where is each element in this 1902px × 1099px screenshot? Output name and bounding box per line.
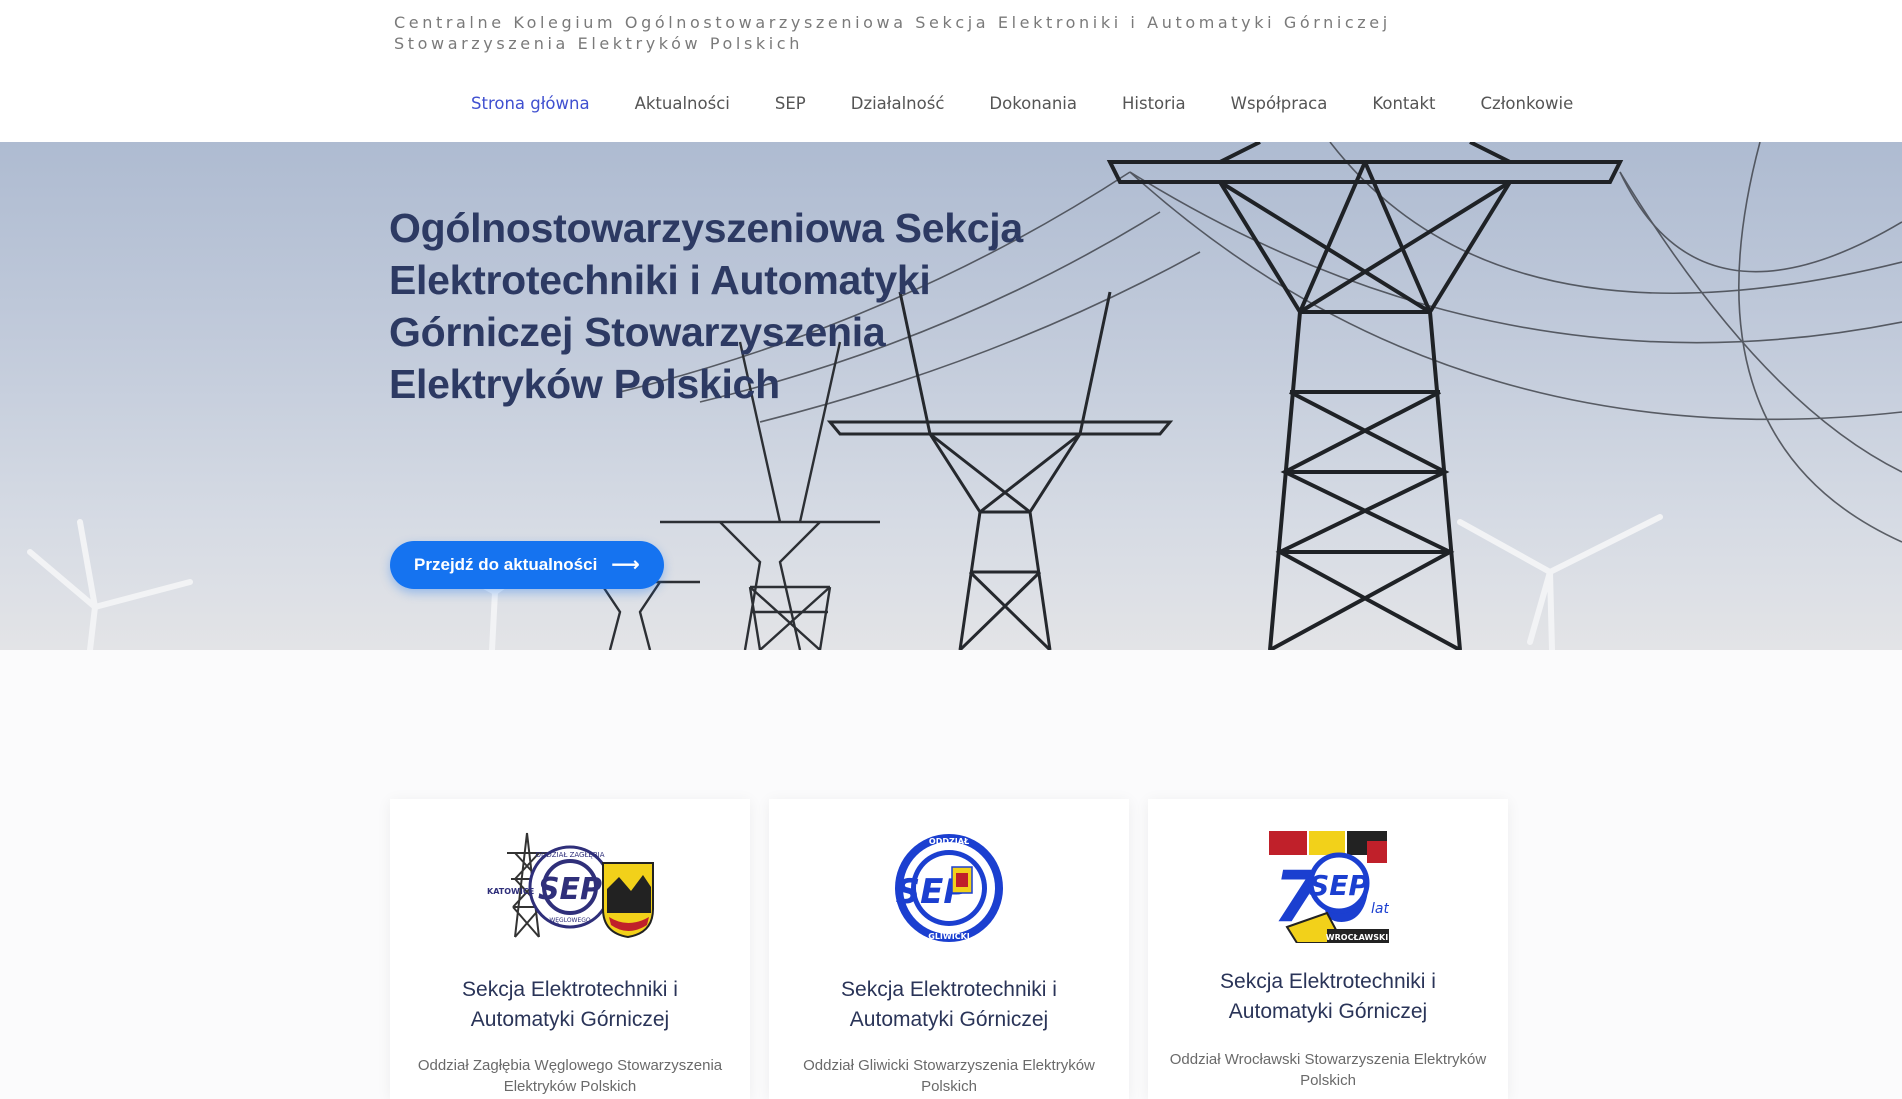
go-to-news-label: Przejdź do aktualności: [414, 555, 598, 574]
nav-item-sep[interactable]: SEP: [775, 90, 806, 120]
card-title: Sekcja Elektrotechniki i Automatyki Górn…: [841, 978, 1057, 1031]
svg-text:SEP: SEP: [1309, 869, 1369, 902]
nav-item-news[interactable]: Aktualności: [635, 90, 730, 120]
svg-text:ODDZIAŁ ZAGŁĘBIA: ODDZIAŁ ZAGŁĘBIA: [536, 851, 605, 859]
svg-text:GLIWICKI: GLIWICKI: [928, 932, 970, 941]
nav-item-achievements[interactable]: Dokonania: [989, 90, 1077, 120]
svg-text:ODDZIAŁ: ODDZIAŁ: [929, 837, 969, 846]
nav-item-cooperation[interactable]: Współpraca: [1231, 90, 1328, 120]
nav-item-home[interactable]: Strona główna: [471, 90, 590, 120]
arrow-right-icon: ⟶: [611, 554, 640, 576]
branch-card-zaglebie[interactable]: SEP ODDZIAŁ ZAGŁĘBIA WĘGLOWEGO KATOWICE …: [390, 799, 750, 1099]
sep-zaglebie-logo: SEP ODDZIAŁ ZAGŁĘBIA WĘGLOWEGO KATOWICE: [390, 829, 750, 941]
card-description: Oddział Gliwicki Stowarzyszenia Elektryk…: [803, 1057, 1095, 1095]
sep-gliwice-logo: SEP ODDZIAŁ GLIWICKI: [769, 831, 1129, 945]
site-header: Centralne Kolegium Ogólnostowarzyszeniow…: [0, 0, 1902, 142]
branch-card-gliwice[interactable]: SEP ODDZIAŁ GLIWICKI Sekcja Elektrotechn…: [769, 799, 1129, 1099]
nav-item-contact[interactable]: Kontakt: [1372, 90, 1435, 120]
svg-text:WĘGLOWEGO: WĘGLOWEGO: [549, 917, 591, 924]
branch-cards: SEP ODDZIAŁ ZAGŁĘBIA WĘGLOWEGO KATOWICE …: [390, 799, 1508, 1099]
nav-item-history[interactable]: Historia: [1122, 90, 1186, 120]
sep-wroclaw-logo: 70 SEP lat WROCŁAWSKI: [1148, 831, 1508, 943]
card-description: Oddział Zagłębia Węglowego Stowarzyszeni…: [417, 1057, 723, 1095]
nav-item-activity[interactable]: Działalność: [851, 90, 945, 120]
card-title: Sekcja Elektrotechniki i Automatyki Górn…: [1220, 970, 1436, 1023]
svg-text:SEP: SEP: [538, 872, 602, 907]
svg-text:lat: lat: [1371, 901, 1389, 917]
svg-text:WROCŁAWSKI: WROCŁAWSKI: [1326, 933, 1388, 942]
go-to-news-button[interactable]: Przejdź do aktualności ⟶: [390, 541, 664, 589]
hero-banner: Ogólnostowarzyszeniowa Sekcja Elektrotec…: [0, 142, 1902, 650]
svg-text:KATOWICE: KATOWICE: [487, 887, 534, 896]
branch-card-wroclaw[interactable]: 70 SEP lat WROCŁAWSKI Sekcja Elektrotech…: [1148, 799, 1508, 1099]
nav-item-members[interactable]: Członkowie: [1481, 90, 1574, 120]
card-title: Sekcja Elektrotechniki i Automatyki Górn…: [462, 978, 678, 1031]
site-title[interactable]: Centralne Kolegium Ogólnostowarzyszeniow…: [394, 12, 1454, 54]
main-nav: Strona główna Aktualności SEP Działalnoś…: [471, 90, 1618, 120]
hero-title: Ogólnostowarzyszeniowa Sekcja Elektrotec…: [389, 205, 1023, 407]
